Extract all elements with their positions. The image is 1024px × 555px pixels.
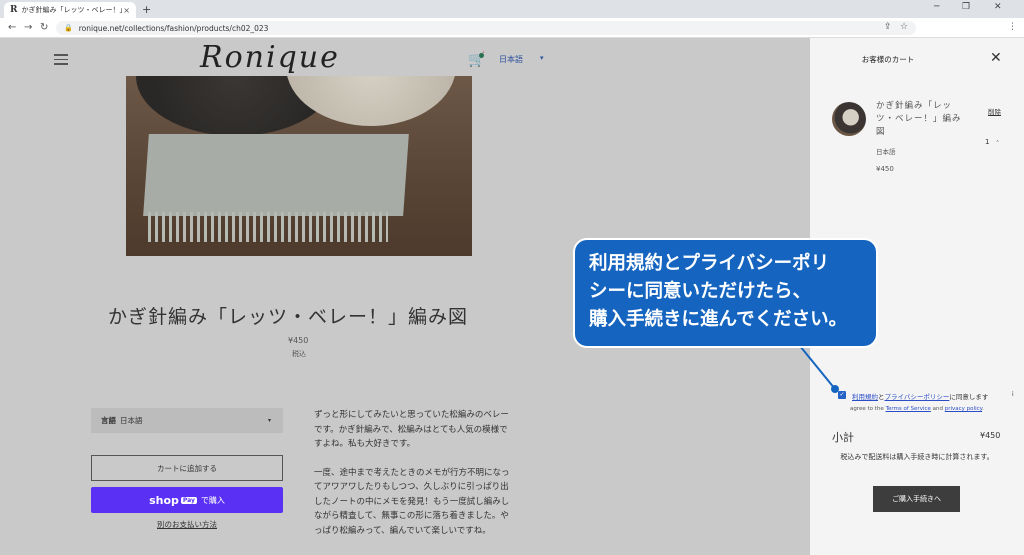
new-tab-button[interactable]: + xyxy=(142,3,151,16)
share-icon[interactable]: ⇪ xyxy=(884,22,892,32)
product-image xyxy=(126,76,472,256)
add-to-cart-button[interactable]: カートに追加する xyxy=(91,455,283,481)
light-beret-shape xyxy=(286,76,456,126)
cart-title: お客様のカート xyxy=(861,55,915,64)
agree-en-end: . xyxy=(982,406,984,412)
cart-badge xyxy=(479,53,484,58)
terms-link[interactable]: 利用規約 xyxy=(852,393,878,401)
quantity-value: 1 xyxy=(985,138,990,146)
option-value: 日本語 xyxy=(120,416,143,425)
agree-checkbox[interactable]: ✓ xyxy=(838,391,846,399)
chevron-down-icon: ▾ xyxy=(267,417,271,424)
subtotal-label: 小計 xyxy=(832,431,854,444)
lock-icon: 🔒 xyxy=(64,24,73,32)
callout-line: 利用規約とプライバシーポリ xyxy=(589,253,830,274)
tax-note: 税込 xyxy=(292,350,306,358)
cart-item-variant: 日本語 xyxy=(876,148,896,156)
callout-box: 利用規約とプライバシーポリ シーに同意いただけたら、 購入手続きに進んでください… xyxy=(573,238,878,348)
info-icon[interactable]: i xyxy=(1012,391,1014,398)
address-bar: ← → ↻ 🔒 ronique.net/collections/fashion/… xyxy=(0,18,1024,38)
bookmark-star-icon[interactable]: ☆ xyxy=(900,22,908,32)
terms-en-link[interactable]: Terms of Service xyxy=(886,406,931,412)
url-field[interactable]: 🔒 ronique.net/collections/fashion/produc… xyxy=(56,21,916,35)
agree-en-prefix: agree to the xyxy=(850,406,886,412)
close-icon[interactable]: ✕ xyxy=(990,50,1002,66)
description-paragraph: ずっと形にしてみたいと思っていた松編みのベレーです。かぎ針編みで、松編みはとても… xyxy=(314,410,509,449)
callout-line: シーに同意いただけたら、 xyxy=(589,281,812,302)
ronique-favicon-icon: R xyxy=(10,5,18,15)
minimize-button[interactable]: ─ xyxy=(934,2,939,12)
window-close-button[interactable]: ✕ xyxy=(994,2,1002,12)
option-label: 言語 xyxy=(101,416,116,425)
language-option-select[interactable]: 言語 日本語 ▾ xyxy=(91,408,283,433)
other-payment-link[interactable]: 別のお支払い方法 xyxy=(157,519,217,530)
language-selector[interactable]: 日本語 xyxy=(499,54,523,65)
checkout-button[interactable]: ご購入手続きへ xyxy=(873,486,960,512)
privacy-link[interactable]: プライバシーポリシー xyxy=(885,393,950,401)
product-title: かぎ針編み「レッツ・ベレー！」編み図 xyxy=(108,306,469,328)
quantity-caret-icon[interactable]: ⌃ xyxy=(995,140,999,146)
forward-button[interactable]: → xyxy=(24,22,32,33)
cart-item-price: ¥450 xyxy=(876,165,894,173)
tab-title: かぎ針編み「レッツ・ベレー！」編み図 xyxy=(21,6,123,14)
callout-line: 購入手続きに進んでください。 xyxy=(589,309,848,330)
privacy-en-link[interactable]: privacy policy xyxy=(945,406,982,412)
agree-en-and: and xyxy=(930,406,945,412)
reload-button[interactable]: ↻ xyxy=(40,22,48,33)
shop-pay-badge: Pay xyxy=(180,496,197,504)
product-price: ¥450 xyxy=(288,336,309,345)
browser-tab[interactable]: R かぎ針編み「レッツ・ベレー！」編み図 × xyxy=(4,2,136,18)
scarf-shape xyxy=(143,134,409,216)
shipping-note: 税込みで配送料は購入手続き時に計算されます。 xyxy=(840,453,994,461)
url-text: ronique.net/collections/fashion/products… xyxy=(78,23,269,33)
remove-item-link[interactable]: 削除 xyxy=(988,106,1001,116)
back-button[interactable]: ← xyxy=(8,22,16,33)
site-logo[interactable]: Ronique xyxy=(200,40,340,75)
description-paragraph: 一度、途中まで考えたときのメモが行方不明になってアワアワしたりもしつつ、久しぶり… xyxy=(314,467,510,536)
maximize-button[interactable]: ❐ xyxy=(962,2,970,12)
browser-tab-bar: R かぎ針編み「レッツ・ベレー！」編み図 × + ─ ❐ ✕ xyxy=(0,0,1024,18)
agree-text-en: agree to the Terms of Service and privac… xyxy=(850,406,984,412)
shop-pay-button[interactable]: shop Pay で購入 xyxy=(91,487,283,513)
agree-text: 利用規約とプライバシーポリシーに同意します xyxy=(852,391,988,401)
tab-close-icon[interactable]: × xyxy=(123,6,130,15)
cart-item-thumbnail xyxy=(832,102,866,136)
product-description: ずっと形にしてみたいと思っていた松編みのベレーです。かぎ針編みで、松編みはとても… xyxy=(314,408,514,552)
agree-suffix: に同意します xyxy=(949,393,989,401)
subtotal-value: ¥450 xyxy=(980,431,1001,440)
hamburger-menu-icon[interactable] xyxy=(54,54,68,68)
quantity-stepper[interactable]: 1 ⌃ xyxy=(985,138,1000,146)
chevron-down-icon[interactable]: ▾ xyxy=(540,54,544,62)
scarf-fringe-shape xyxy=(148,212,388,242)
shop-pay-label: で購入 xyxy=(200,495,225,505)
cart-item-name[interactable]: かぎ針編み「レッツ・ベレー！」編み図 xyxy=(876,100,968,139)
shop-pay-logo: shop xyxy=(149,493,179,507)
browser-menu-icon[interactable]: ⋮ xyxy=(1008,22,1017,32)
